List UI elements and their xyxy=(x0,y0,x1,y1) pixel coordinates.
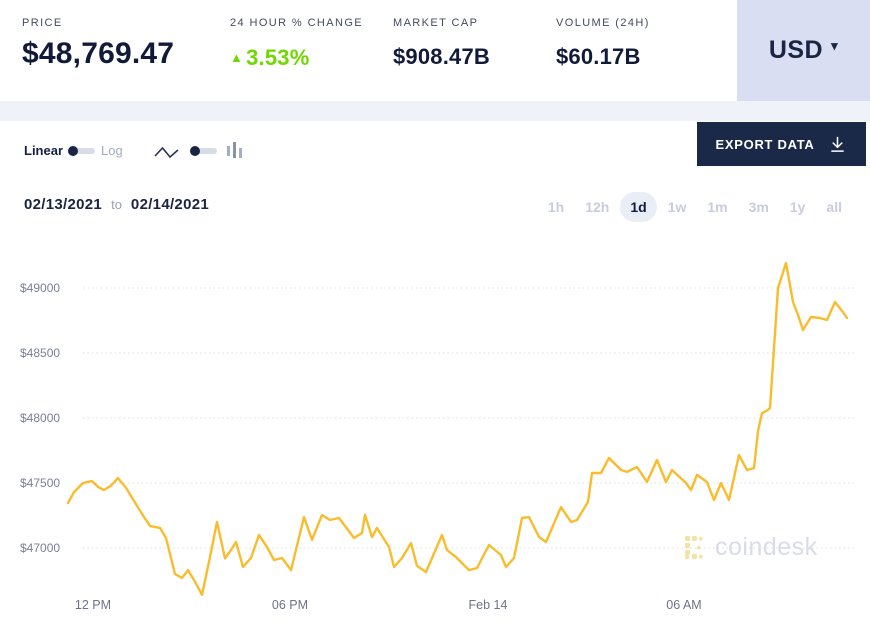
x-axis-tick: 12 PM xyxy=(58,598,128,612)
scale-toggle[interactable] xyxy=(68,146,96,156)
coindesk-logo-icon xyxy=(684,535,708,560)
end-date[interactable]: 02/14/2021 xyxy=(131,196,209,213)
scale-log-label[interactable]: Log xyxy=(101,143,123,158)
stat-change: 24 HOUR % CHANGE ▲3.53% xyxy=(230,17,363,71)
stats-header: PRICE $48,769.47 24 HOUR % CHANGE ▲3.53%… xyxy=(0,0,870,101)
range-button-1m[interactable]: 1m xyxy=(707,199,727,215)
toggle-knob xyxy=(190,146,200,156)
stat-market-cap: MARKET CAP $908.47B xyxy=(393,17,490,70)
x-axis-tick: Feb 14 xyxy=(453,598,523,612)
x-axis-tick: 06 PM xyxy=(255,598,325,612)
coindesk-watermark: coindesk xyxy=(684,533,818,562)
header-divider-band xyxy=(0,101,870,121)
stat-volume: VOLUME (24H) $60.17B xyxy=(556,17,650,70)
date-range-separator: to xyxy=(111,197,122,212)
toggle-track xyxy=(75,148,95,154)
toggle-knob xyxy=(68,146,78,156)
export-data-label: EXPORT DATA xyxy=(716,137,815,152)
range-button-all[interactable]: all xyxy=(826,199,842,215)
x-axis-tick: 06 AM xyxy=(649,598,719,612)
time-range-buttons: 1h12h1d1w1m3m1yall xyxy=(548,199,842,215)
range-button-3m[interactable]: 3m xyxy=(749,199,769,215)
volume-value: $60.17B xyxy=(556,44,650,70)
range-button-1d[interactable]: 1d xyxy=(620,192,656,222)
market-cap-value: $908.47B xyxy=(393,44,490,70)
y-axis-tick: $49000 xyxy=(20,281,80,295)
currency-value: USD xyxy=(769,36,823,65)
chart-type-toggle[interactable] xyxy=(190,146,218,156)
range-button-1h[interactable]: 1h xyxy=(548,199,564,215)
currency-select[interactable]: USD ▾ xyxy=(737,0,870,101)
export-data-button[interactable]: EXPORT DATA xyxy=(697,122,866,166)
bar-chart-icon[interactable] xyxy=(227,141,244,161)
date-range: 02/13/2021 to 02/14/2021 xyxy=(24,196,209,213)
up-arrow-icon: ▲ xyxy=(230,50,243,65)
scale-linear-label[interactable]: Linear xyxy=(24,143,63,158)
stat-price: PRICE $48,769.47 xyxy=(22,17,174,71)
range-button-1y[interactable]: 1y xyxy=(790,199,806,215)
price-value: $48,769.47 xyxy=(22,37,174,71)
range-button-12h[interactable]: 12h xyxy=(585,199,609,215)
coindesk-price-page: PRICE $48,769.47 24 HOUR % CHANGE ▲3.53%… xyxy=(0,0,870,631)
price-label: PRICE xyxy=(22,17,174,29)
y-axis-tick: $47000 xyxy=(20,541,80,555)
price-line xyxy=(68,263,847,595)
start-date[interactable]: 02/13/2021 xyxy=(24,196,102,213)
chevron-down-icon: ▾ xyxy=(831,38,838,54)
date-range-row: 02/13/2021 to 02/14/2021 1h 12h 1d 1w 1m 3m 1y… xyxy=(0,179,870,237)
change-label: 24 HOUR % CHANGE xyxy=(230,17,363,29)
y-axis-tick: $47500 xyxy=(20,476,80,490)
toggle-track xyxy=(197,148,217,154)
y-axis-tick: $48500 xyxy=(20,346,80,360)
market-cap-label: MARKET CAP xyxy=(393,17,490,29)
y-axis-tick: $48000 xyxy=(20,411,80,425)
range-button-1w[interactable]: 1w xyxy=(668,199,687,215)
watermark-text: coindesk xyxy=(715,533,818,562)
line-chart-icon[interactable] xyxy=(154,145,180,160)
price-area xyxy=(68,263,847,600)
volume-label: VOLUME (24H) xyxy=(556,17,650,29)
chart-controls-row: Linear Log EXPORT DATA xyxy=(0,121,870,179)
download-icon xyxy=(828,135,847,154)
change-percent: 3.53% xyxy=(246,45,309,70)
change-value: ▲3.53% xyxy=(230,45,363,71)
